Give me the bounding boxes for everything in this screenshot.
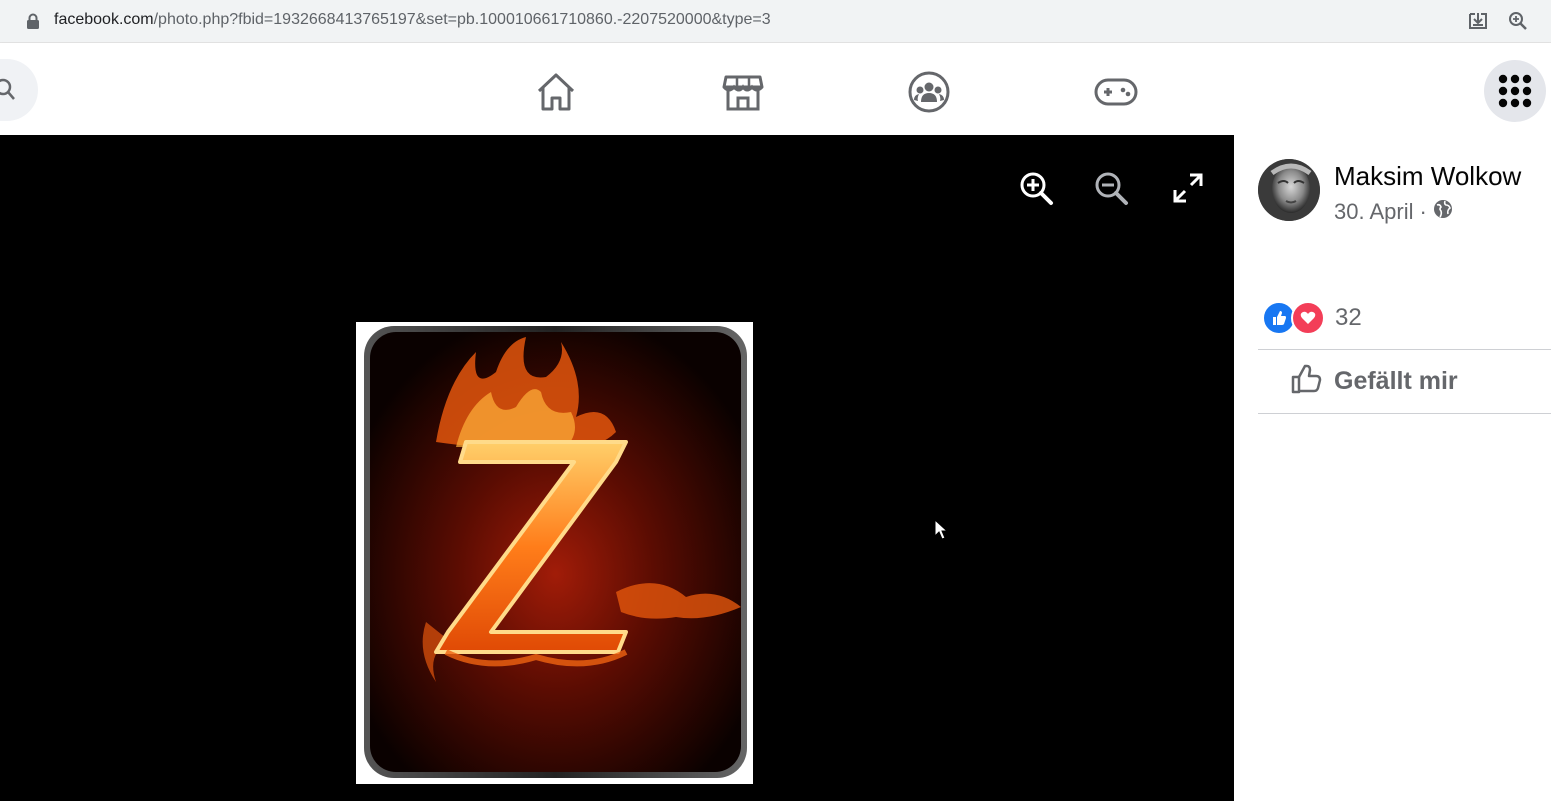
browser-address-bar: facebook.com/photo.php?fbid=193266841376… — [0, 0, 1551, 43]
author-avatar[interactable] — [1258, 159, 1320, 221]
url-text[interactable]: facebook.com/photo.php?fbid=193266841376… — [54, 11, 771, 29]
menu-button[interactable] — [1484, 60, 1546, 122]
zoom-icon[interactable] — [1508, 11, 1528, 36]
menu-grid-icon — [1498, 74, 1532, 108]
zoom-in-icon[interactable] — [1018, 170, 1054, 206]
fullscreen-icon[interactable] — [1170, 170, 1206, 206]
meta-separator: · — [1419, 199, 1427, 224]
like-button[interactable]: Gefällt mir — [1290, 363, 1458, 400]
reaction-count: 32 — [1335, 304, 1362, 331]
zoom-out-icon[interactable] — [1093, 170, 1129, 206]
url-path: /photo.php?fbid=1932668413765197&set=pb.… — [153, 11, 771, 28]
mouse-cursor-icon — [934, 518, 949, 546]
love-reaction-icon — [1291, 301, 1325, 335]
like-button-label: Gefällt mir — [1334, 367, 1458, 395]
divider — [1258, 413, 1551, 414]
search-icon — [0, 78, 15, 100]
marketplace-icon[interactable] — [722, 71, 764, 113]
groups-icon[interactable] — [908, 71, 950, 113]
post-date[interactable]: 30. April — [1334, 199, 1414, 225]
post-photo[interactable] — [356, 322, 753, 784]
photo-viewer — [0, 135, 1234, 801]
post-sidebar: Maksim Wolkow 30. April · 32 Gefällt mir — [1234, 135, 1551, 801]
post-meta: 30. April · — [1334, 199, 1453, 225]
search-button[interactable] — [0, 59, 38, 121]
lock-icon[interactable] — [26, 13, 40, 34]
globe-icon[interactable] — [1433, 199, 1453, 225]
home-icon[interactable] — [535, 71, 577, 113]
divider — [1258, 349, 1551, 350]
gaming-icon[interactable] — [1094, 71, 1138, 113]
author-name[interactable]: Maksim Wolkow — [1334, 161, 1521, 192]
install-app-icon[interactable] — [1467, 11, 1489, 36]
facebook-top-nav — [0, 43, 1551, 135]
url-host: facebook.com — [54, 11, 154, 28]
reaction-summary[interactable]: 32 — [1262, 301, 1362, 335]
thumbs-up-icon — [1290, 363, 1322, 400]
